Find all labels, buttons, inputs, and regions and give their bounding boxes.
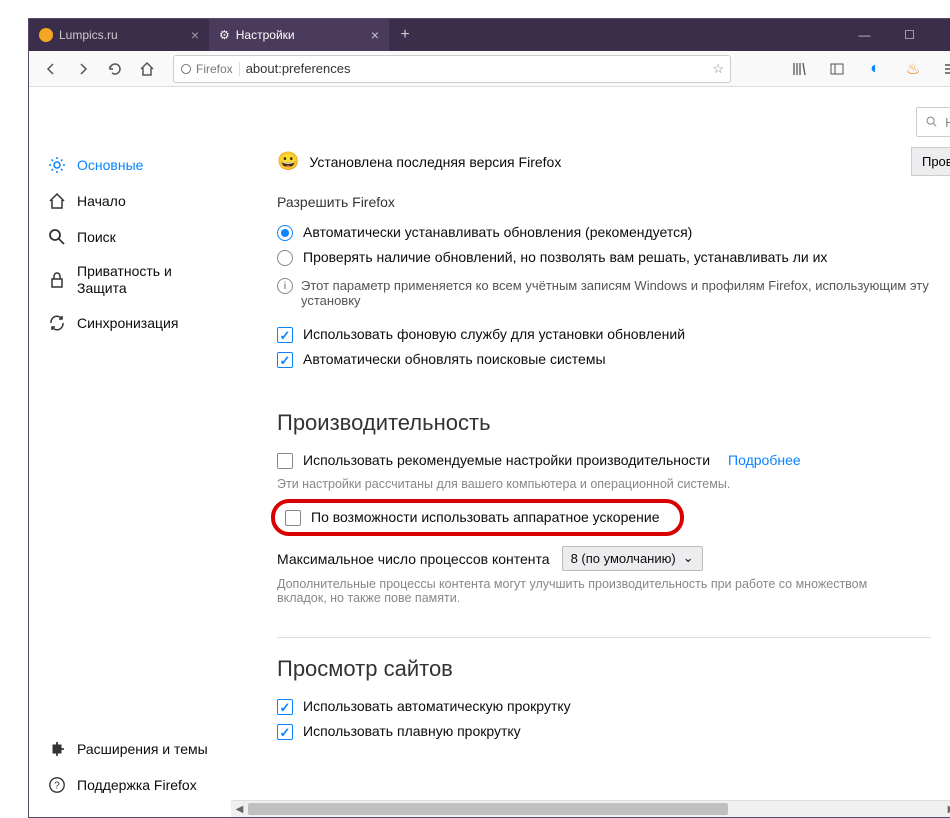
checkbox-icon <box>277 327 293 343</box>
sidebar-item-label: Начало <box>77 193 126 209</box>
toolbar: Firefox about:preferences ☆ ◐ ♨ <box>29 51 950 87</box>
home-button[interactable] <box>133 55 161 83</box>
close-window-button[interactable]: ✕ <box>932 19 950 51</box>
bookmark-star-icon[interactable]: ☆ <box>712 61 724 77</box>
home-icon <box>47 191 67 211</box>
sidebar-item-label: Поиск <box>77 229 116 245</box>
hw-accel-highlight: По возможности использовать аппаратное у… <box>271 499 684 536</box>
checkbox-smooth-scroll[interactable]: Использовать плавную прокрутку <box>277 719 950 744</box>
sidebar-item-sync[interactable]: Синхронизация <box>29 305 231 341</box>
sidebar-item-search[interactable]: Поиск <box>29 219 231 255</box>
close-icon[interactable]: × <box>371 27 379 43</box>
identity-box[interactable]: Firefox <box>180 62 240 76</box>
horizontal-scrollbar[interactable]: ◀ ▶ <box>231 800 950 817</box>
sidebar-item-label: Приватность и Защита <box>77 263 213 297</box>
help-icon: ? <box>47 775 67 795</box>
flame-icon[interactable]: ♨ <box>899 55 927 83</box>
update-status: Установлена последняя версия Firefox <box>309 154 561 170</box>
sidebar-item-general[interactable]: Основные <box>29 147 231 183</box>
info-icon: i <box>277 278 293 294</box>
process-hint: Дополнительные процессы контента могут у… <box>277 577 917 605</box>
tab-settings[interactable]: ⚙ Настройки × <box>209 19 389 51</box>
back-button[interactable] <box>37 55 65 83</box>
performance-heading: Производительность <box>277 410 950 436</box>
sidebar-item-support[interactable]: ? Поддержка Firefox <box>29 767 231 803</box>
titlebar: Lumpics.ru × ⚙ Настройки × + — ☐ ✕ <box>29 19 950 51</box>
checkbox-icon <box>285 510 301 526</box>
learn-more-link[interactable]: Подробнее <box>728 452 801 468</box>
search-input[interactable]: Най <box>916 107 950 137</box>
gear-icon: ⚙ <box>219 28 230 42</box>
process-count-select[interactable]: 8 (по умолчанию) <box>562 546 703 571</box>
extension-icon[interactable]: ◐ <box>861 55 889 83</box>
allow-firefox-label: Разрешить Firefox <box>277 194 950 210</box>
smile-icon: 😀 <box>277 151 299 172</box>
check-updates-button[interactable]: Провер <box>911 147 950 176</box>
sidebar-item-privacy[interactable]: Приватность и Защита <box>29 255 231 305</box>
preferences-main: Най Провер 😀 Установлена последняя верси… <box>231 87 950 817</box>
checkbox-icon <box>277 699 293 715</box>
checkbox-bg-service[interactable]: Использовать фоновую службу для установк… <box>277 322 950 347</box>
sidebar-item-home[interactable]: Начало <box>29 183 231 219</box>
search-icon <box>925 115 939 129</box>
lock-icon <box>47 270 67 290</box>
sidebar-item-label: Поддержка Firefox <box>77 777 197 793</box>
gear-icon <box>47 155 67 175</box>
checkbox-auto-search-engines[interactable]: Автоматически обновлять поисковые систем… <box>277 347 950 372</box>
firefox-icon <box>180 63 192 75</box>
tab-label: Lumpics.ru <box>59 28 118 42</box>
perf-hint: Эти настройки рассчитаны для вашего комп… <box>277 477 950 491</box>
scroll-left-icon[interactable]: ◀ <box>231 804 248 815</box>
url-bar[interactable]: Firefox about:preferences ☆ <box>173 55 731 83</box>
sidebar-item-extensions[interactable]: Расширения и темы <box>29 731 231 767</box>
svg-text:?: ? <box>54 781 60 792</box>
sidebar-item-label: Основные <box>77 157 143 173</box>
radio-auto-update[interactable]: Автоматически устанавливать обновления (… <box>277 220 950 245</box>
checkbox-hw-accel[interactable]: По возможности использовать аппаратное у… <box>279 509 666 526</box>
maximize-button[interactable]: ☐ <box>887 19 932 51</box>
checkbox-icon <box>277 724 293 740</box>
update-info: i Этот параметр применяется ко всем учёт… <box>277 270 950 312</box>
close-icon[interactable]: × <box>191 27 199 43</box>
checkbox-icon <box>277 352 293 368</box>
search-placeholder: Най <box>945 115 950 130</box>
sidebar-icon[interactable] <box>823 55 851 83</box>
minimize-button[interactable]: — <box>842 19 887 51</box>
sidebar-item-label: Синхронизация <box>77 315 178 331</box>
url-text: about:preferences <box>246 61 351 76</box>
tab-label: Настройки <box>236 28 295 42</box>
checkbox-recommended-perf[interactable]: Использовать рекомендуемые настройки про… <box>277 448 950 473</box>
checkbox-icon <box>277 453 293 469</box>
sidebar-item-label: Расширения и темы <box>77 741 208 757</box>
forward-button[interactable] <box>69 55 97 83</box>
puzzle-icon <box>47 739 67 759</box>
checkbox-autoscroll[interactable]: Использовать автоматическую прокрутку <box>277 694 950 719</box>
search-icon <box>47 227 67 247</box>
preferences-sidebar: Основные Начало Поиск Приватность и Защи… <box>29 87 231 817</box>
divider <box>277 637 931 638</box>
radio-icon <box>277 250 293 266</box>
new-tab-button[interactable]: + <box>389 19 421 51</box>
tab-lumpics[interactable]: Lumpics.ru × <box>29 19 209 51</box>
radio-manual-update[interactable]: Проверять наличие обновлений, но позволя… <box>277 245 950 270</box>
menu-button[interactable] <box>937 55 950 83</box>
radio-icon <box>277 225 293 241</box>
reload-button[interactable] <box>101 55 129 83</box>
scroll-right-icon[interactable]: ▶ <box>943 804 950 815</box>
process-count-label: Максимальное число процессов контента <box>277 551 550 567</box>
sync-icon <box>47 313 67 333</box>
browsing-heading: Просмотр сайтов <box>277 656 950 682</box>
library-icon[interactable] <box>785 55 813 83</box>
favicon-icon <box>39 28 53 42</box>
